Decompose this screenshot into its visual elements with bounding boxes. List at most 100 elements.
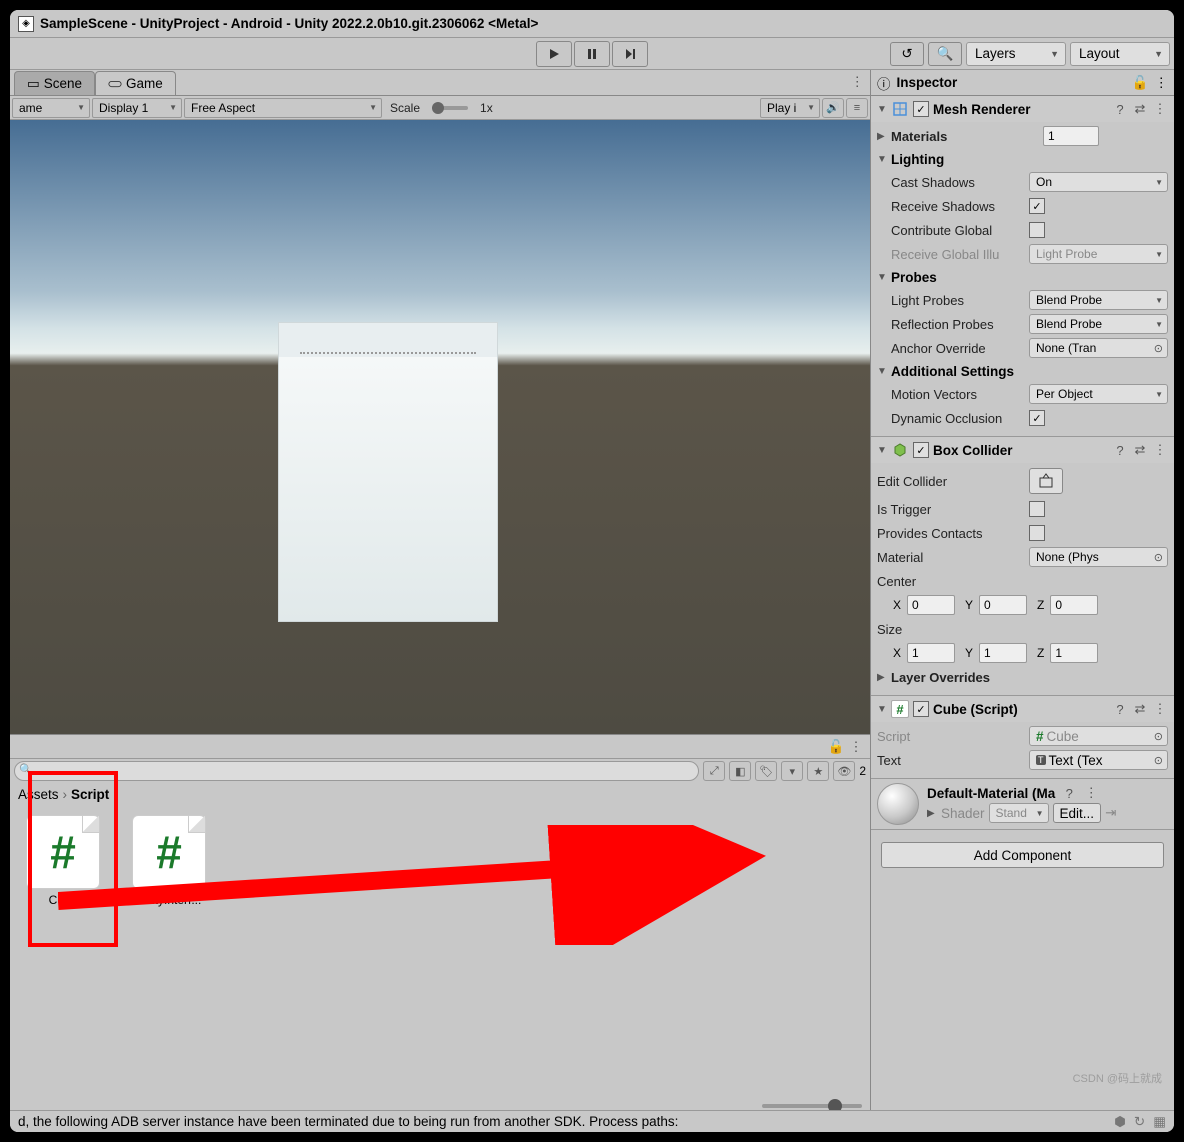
panel-menu-icon[interactable]: ⋮ [848,739,864,755]
help-icon[interactable]: ? [1112,102,1128,117]
aspect-dropdown[interactable]: Free Aspect [184,98,382,118]
receive-shadows-checkbox[interactable]: ✓ [1029,198,1045,214]
center-z[interactable] [1050,595,1098,615]
search-button[interactable]: 🔍 [928,42,962,66]
view-tabs: ▭ Scene Game ⋮ [10,70,870,96]
game-mode-dropdown[interactable]: ame [12,98,90,118]
breadcrumb-assets[interactable]: Assets [18,787,59,802]
grid-size-slider[interactable] [762,1104,862,1108]
foldout-icon[interactable]: ▶ [927,808,937,819]
breadcrumb: Assets › Script [10,783,870,805]
light-probes-dropdown[interactable]: Blend Probe [1029,290,1168,310]
bug-icon[interactable]: ⬢ [1114,1114,1126,1130]
game-toolbar: ame Display 1 Free Aspect Scale 1x Play … [10,96,870,120]
menu-icon[interactable]: ⋮ [1152,442,1168,458]
foldout-icon[interactable]: ▼ [877,154,887,165]
preset-icon[interactable]: ⇄ [1132,701,1148,717]
text-field[interactable]: TText (Tex [1029,750,1168,770]
cast-shadows-dropdown[interactable]: On [1029,172,1168,192]
collider-material-field[interactable]: None (Phys [1029,547,1168,567]
cube-script-enabled[interactable]: ✓ [913,701,929,717]
favorite-icon[interactable]: ★ [807,761,829,781]
text-field-value: Text (Tex [1049,753,1103,768]
menu-icon[interactable]: ⋮ [1083,785,1099,801]
reflection-probes-dropdown[interactable]: Blend Probe [1029,314,1168,334]
help-icon[interactable]: ? [1112,443,1128,458]
stats-toggle[interactable]: ≡ [846,98,868,118]
window-title: SampleScene - UnityProject - Android - U… [40,16,538,31]
display-dropdown[interactable]: Display 1 [92,98,182,118]
project-panel: 🔓 ⋮ ⤢ ◧ 🏷 ▾ ★ 👁 2 Assets › Script [10,734,870,1112]
inspector-menu-icon[interactable]: ⋮ [1155,75,1169,91]
pause-button[interactable] [574,41,610,67]
filter-label-icon[interactable]: 🏷 [755,761,777,781]
preset-icon[interactable]: ⇄ [1132,101,1148,117]
preset-icon[interactable]: ⇄ [1132,442,1148,458]
hidden-count: 2 [859,764,866,778]
materials-count[interactable] [1043,126,1099,146]
center-x[interactable] [907,595,955,615]
size-z[interactable] [1050,643,1098,663]
shader-dropdown[interactable]: Stand [989,803,1049,823]
foldout-icon[interactable]: ▼ [877,272,887,283]
help-icon[interactable]: ? [1112,702,1128,717]
hidden-toggle[interactable]: 👁 [833,761,855,781]
tab-scene[interactable]: ▭ Scene [14,71,95,95]
box-collider-header[interactable]: ▼ ✓ Box Collider ? ⇄ ⋮ [871,437,1174,463]
foldout-icon: ▼ [877,104,887,115]
menu-icon[interactable]: ⋮ [1152,701,1168,717]
asset-unityinterf[interactable]: # UnityInterf... [126,815,212,907]
history-button[interactable]: ↺ [890,42,924,66]
lock-icon[interactable]: 🔓 [828,739,844,755]
tabs-menu-icon[interactable]: ⋮ [851,74,865,90]
dynamic-occlusion-checkbox[interactable]: ✓ [1029,410,1045,426]
x-label: X [893,598,901,612]
layer-overrides-label: Layer Overrides [891,670,1039,685]
save-search-icon[interactable]: ▾ [781,761,803,781]
asset-cube[interactable]: # Cube [20,815,106,907]
lock-icon[interactable]: 🔓 [1132,75,1149,91]
size-x[interactable] [907,643,955,663]
help-icon[interactable]: ? [1061,786,1077,801]
center-y[interactable] [979,595,1027,615]
play-dropdown[interactable]: Play i [760,98,820,118]
filter-type-icon[interactable]: ◧ [729,761,751,781]
add-component-button[interactable]: Add Component [881,842,1164,868]
provides-contacts-checkbox[interactable] [1029,525,1045,541]
edit-collider-button[interactable] [1029,468,1063,494]
scale-slider[interactable] [432,106,468,110]
watermark: CSDN @码上就成 [1073,1070,1162,1086]
foldout-icon[interactable]: ▶ [877,672,887,683]
default-material-section: Default-Material (Ma ? ⋮ ▶ Shader Stand … [871,779,1174,830]
layers-dropdown[interactable]: Layers [966,42,1066,66]
box-collider-enabled[interactable]: ✓ [913,442,929,458]
locked-icon: ⇥ [1105,805,1116,821]
game-viewport[interactable] [10,120,870,734]
breadcrumb-script[interactable]: Script [71,787,109,802]
contribute-global-checkbox[interactable] [1029,222,1045,238]
motion-vectors-dropdown[interactable]: Per Object [1029,384,1168,404]
is-trigger-checkbox[interactable] [1029,501,1045,517]
scale-value: 1x [474,101,499,115]
cube-script-header[interactable]: ▼ # ✓ Cube (Script) ? ⇄ ⋮ [871,696,1174,722]
shader-edit-button[interactable]: Edit... [1053,803,1102,823]
anchor-override-field[interactable]: None (Tran [1029,338,1168,358]
search-expand-icon[interactable]: ⤢ [703,761,725,781]
mesh-renderer-header[interactable]: ▼ ✓ Mesh Renderer ? ⇄ ⋮ [871,96,1174,122]
auto-refresh-icon[interactable]: ↻ [1134,1114,1145,1130]
cache-icon[interactable]: ▦ [1153,1114,1166,1130]
project-search[interactable] [14,761,699,781]
audio-toggle[interactable]: 🔊 [822,98,844,118]
menu-icon[interactable]: ⋮ [1152,101,1168,117]
inspector-tab: ⓘ Inspector 🔓 ⋮ [871,70,1174,96]
size-y[interactable] [979,643,1027,663]
foldout-icon[interactable]: ▶ [877,131,887,142]
foldout-icon[interactable]: ▼ [877,366,887,377]
layout-dropdown[interactable]: Layout [1070,42,1170,66]
mesh-renderer-component: ▼ ✓ Mesh Renderer ? ⇄ ⋮ ▶Materials ▼Ligh… [871,96,1174,437]
play-button[interactable] [536,41,572,67]
mesh-renderer-enabled[interactable]: ✓ [913,101,929,117]
step-button[interactable] [612,41,648,67]
tab-game[interactable]: Game [95,71,176,95]
receive-global-label: Receive Global Illu [877,247,1025,262]
